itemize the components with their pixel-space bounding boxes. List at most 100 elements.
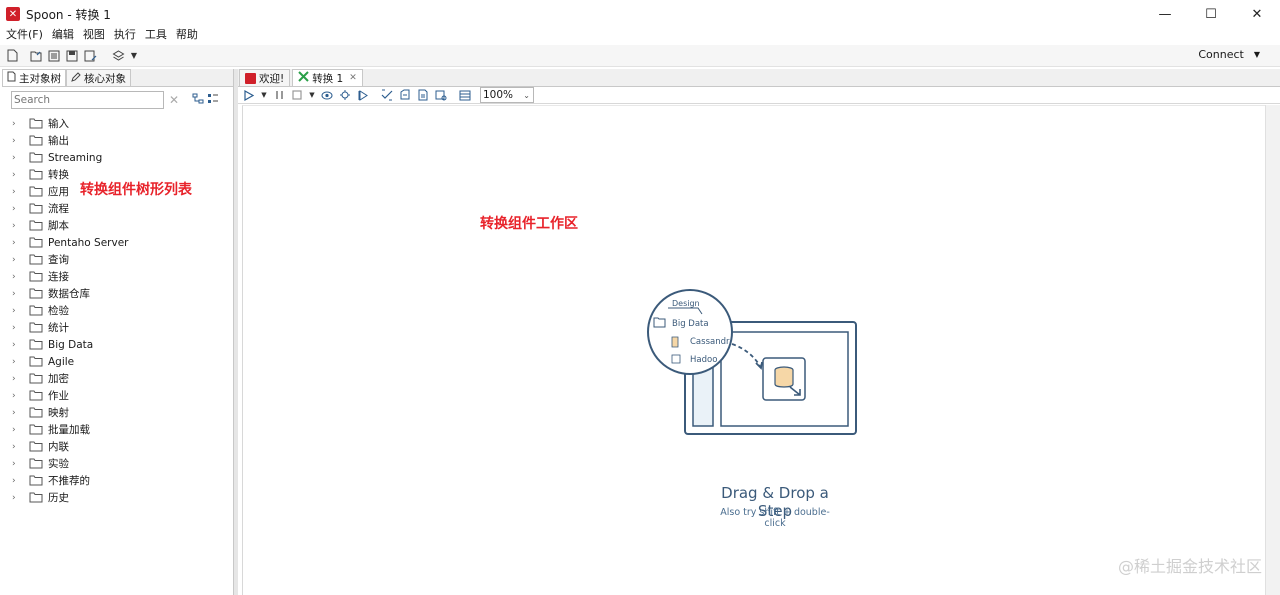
tab-main-tree[interactable]: 主对象树 xyxy=(2,69,66,86)
show-results-icon[interactable] xyxy=(458,88,472,102)
stop-dropdown-icon[interactable]: ▼ xyxy=(308,88,316,102)
perspective-dropdown-icon[interactable]: ▼ xyxy=(126,48,142,64)
menu-view[interactable]: 视图 xyxy=(83,26,105,42)
chevron-right-icon[interactable]: › xyxy=(12,408,24,418)
chevron-right-icon[interactable]: › xyxy=(12,306,24,316)
chevron-right-icon[interactable]: › xyxy=(12,255,24,265)
tree-item[interactable]: › 数据仓库 xyxy=(2,285,233,302)
open-file-icon[interactable] xyxy=(28,48,44,64)
tab-transformation-1[interactable]: 转换 1 ✕ xyxy=(292,69,363,86)
tree-item[interactable]: › Agile xyxy=(2,353,233,370)
tree-item[interactable]: › 查询 xyxy=(2,251,233,268)
chevron-right-icon[interactable]: › xyxy=(12,323,24,333)
menu-help[interactable]: 帮助 xyxy=(176,26,198,42)
pause-icon[interactable] xyxy=(272,88,286,102)
tree-item[interactable]: › 连接 xyxy=(2,268,233,285)
tree-item[interactable]: › 实验 xyxy=(2,455,233,472)
chevron-right-icon[interactable]: › xyxy=(12,459,24,469)
chevron-right-icon[interactable]: › xyxy=(12,442,24,452)
layers-icon[interactable] xyxy=(110,48,126,64)
canvas-scrollbar[interactable] xyxy=(1265,105,1280,595)
chevron-right-icon[interactable]: › xyxy=(12,238,24,248)
close-tab-icon[interactable]: ✕ xyxy=(349,73,357,83)
tree-item-label: 映射 xyxy=(48,407,69,419)
chevron-right-icon[interactable]: › xyxy=(12,391,24,401)
preview-icon[interactable] xyxy=(320,88,334,102)
tree-item[interactable]: › 检验 xyxy=(2,302,233,319)
transformation-canvas[interactable]: Design Big Data Cassandr Hadoo Drag & Dr… xyxy=(242,105,1265,595)
chevron-right-icon[interactable]: › xyxy=(12,425,24,435)
tree-item[interactable]: › Big Data xyxy=(2,336,233,353)
save-as-icon[interactable] xyxy=(82,48,98,64)
annotation-workspace-label: 转换组件工作区 xyxy=(480,216,578,232)
tab-welcome[interactable]: 欢迎! xyxy=(239,69,291,86)
tree-item[interactable]: › 历史 xyxy=(2,489,233,506)
annotation-tree-label: 转换组件树形列表 xyxy=(80,182,192,198)
expand-all-icon[interactable] xyxy=(207,93,219,107)
menu-edit[interactable]: 编辑 xyxy=(52,26,74,42)
tree-item[interactable]: › Pentaho Server xyxy=(2,234,233,251)
menu-file[interactable]: 文件(F) xyxy=(6,26,43,42)
tree-item[interactable]: › 加密 xyxy=(2,370,233,387)
chevron-right-icon[interactable]: › xyxy=(12,476,24,486)
close-button[interactable]: ✕ xyxy=(1234,0,1280,28)
chevron-right-icon[interactable]: › xyxy=(12,119,24,129)
sql-icon[interactable] xyxy=(416,88,430,102)
tree-item-label: Agile xyxy=(48,355,75,368)
tree-item[interactable]: › 脚本 xyxy=(2,217,233,234)
title-bar: ✕ Spoon - 转换 1 — ☐ ✕ xyxy=(0,0,1280,28)
run-icon[interactable] xyxy=(242,88,256,102)
chevron-right-icon[interactable]: › xyxy=(12,170,24,180)
menu-tools[interactable]: 工具 xyxy=(145,26,167,42)
chevron-right-icon[interactable]: › xyxy=(12,136,24,146)
stop-icon[interactable] xyxy=(290,88,304,102)
chevron-right-icon[interactable]: › xyxy=(12,187,24,197)
tree-item[interactable]: › 流程 xyxy=(2,200,233,217)
tree-item[interactable]: › 统计 xyxy=(2,319,233,336)
tree-item-label: Big Data xyxy=(48,338,94,351)
debug-icon[interactable] xyxy=(338,88,352,102)
tree-item[interactable]: › 内联 xyxy=(2,438,233,455)
tree-item[interactable]: › 映射 xyxy=(2,404,233,421)
chevron-right-icon[interactable]: › xyxy=(12,153,24,163)
tree-item[interactable]: › Streaming xyxy=(2,149,233,166)
folder-icon xyxy=(29,254,43,265)
tree-item[interactable]: › 输入 xyxy=(2,115,233,132)
menu-run[interactable]: 执行 xyxy=(114,26,136,42)
chevron-right-icon[interactable]: › xyxy=(12,221,24,231)
folder-icon xyxy=(29,118,43,129)
tree-item-label: Pentaho Server xyxy=(48,236,129,249)
maximize-button[interactable]: ☐ xyxy=(1188,0,1234,28)
collapse-all-icon[interactable] xyxy=(192,93,204,107)
search-input[interactable] xyxy=(11,91,164,109)
chevron-right-icon[interactable]: › xyxy=(12,340,24,350)
database-explore-icon[interactable] xyxy=(434,88,448,102)
minimize-button[interactable]: — xyxy=(1142,0,1188,28)
chevron-right-icon[interactable]: › xyxy=(12,374,24,384)
document-icon xyxy=(7,71,16,85)
tree-item[interactable]: › 作业 xyxy=(2,387,233,404)
impact-icon[interactable] xyxy=(398,88,412,102)
new-file-icon[interactable] xyxy=(4,48,20,64)
explore-repository-icon[interactable] xyxy=(46,48,62,64)
chevron-right-icon[interactable]: › xyxy=(12,493,24,503)
chevron-down-icon: ▼ xyxy=(1253,50,1260,59)
chevron-right-icon[interactable]: › xyxy=(12,204,24,214)
chevron-right-icon[interactable]: › xyxy=(12,357,24,367)
chevron-right-icon[interactable]: › xyxy=(12,272,24,282)
tree-item[interactable]: › 输出 xyxy=(2,132,233,149)
tab-core-objects[interactable]: 核心对象 xyxy=(66,69,131,86)
connect-dropdown[interactable]: Connect ▼ xyxy=(1198,48,1260,61)
run-dropdown-icon[interactable]: ▼ xyxy=(260,88,268,102)
save-icon[interactable] xyxy=(64,48,80,64)
folder-icon xyxy=(29,305,43,316)
zoom-select[interactable]: 100% ⌄ xyxy=(480,87,534,103)
clear-search-icon[interactable]: ✕ xyxy=(169,93,179,107)
verify-icon[interactable] xyxy=(380,88,394,102)
tree-item[interactable]: › 批量加载 xyxy=(2,421,233,438)
chevron-right-icon[interactable]: › xyxy=(12,289,24,299)
tree-item-label: 不推荐的 xyxy=(48,475,90,487)
replay-icon[interactable] xyxy=(356,88,370,102)
tree-item[interactable]: › 不推荐的 xyxy=(2,472,233,489)
window-controls: — ☐ ✕ xyxy=(1142,0,1280,28)
